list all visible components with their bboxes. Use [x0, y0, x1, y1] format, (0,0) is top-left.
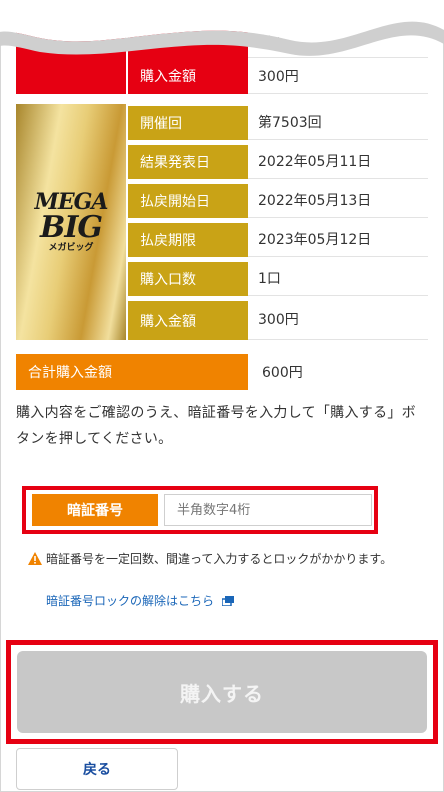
payout-deadline-value: 2023年05月12日 [248, 221, 428, 257]
result-date-value: 2022年05月11日 [248, 143, 428, 179]
amount-value: 300円 [248, 299, 428, 340]
ticket1-amount-label: 購入金額 [126, 58, 248, 94]
ticket2-row-payout-deadline: 払戻期限 2023年05月12日 [126, 221, 428, 257]
payout-deadline-label: 払戻期限 [126, 221, 248, 257]
buy-button[interactable]: 購入する [17, 651, 427, 733]
pin-unlock-link[interactable]: 暗証番号ロックの解除はこちら [46, 592, 235, 609]
count-label: 購入口数 [126, 260, 248, 296]
ticket2-row-count: 購入口数 1口 [126, 260, 428, 296]
total-label: 合計購入金額 [16, 354, 248, 390]
ticket2-row-result-date: 結果発表日 2022年05月11日 [126, 143, 428, 179]
total-value: 600円 [262, 365, 303, 381]
back-button[interactable]: 戻る [16, 748, 178, 790]
payout-start-label: 払戻開始日 [126, 182, 248, 218]
warning-text: 暗証番号を一定回数、間違って入力するとロックがかかります。 [46, 552, 393, 566]
external-window-icon [222, 595, 235, 606]
ticket2-row-round: 開催回 第7503回 [126, 104, 428, 140]
result-date-label: 結果発表日 [126, 143, 248, 179]
warning-message: 暗証番号を一定回数、間違って入力するとロックがかかります。 [28, 550, 428, 568]
round-value: 第7503回 [248, 104, 428, 140]
ticket2-row-amount: 購入金額 300円 [126, 299, 428, 340]
megabig-logo-block: MEGA BIG メガビッグ [16, 104, 126, 340]
ticket1-amount-value: 300円 [248, 58, 428, 94]
payout-start-value: 2022年05月13日 [248, 182, 428, 218]
pin-highlight-box: 暗証番号 [22, 486, 378, 534]
ticket1-row-amount: 購入金額 300円 [126, 58, 428, 94]
megabig-logo: MEGA BIG メガビッグ [35, 191, 109, 253]
buy-highlight-box: 購入する [6, 640, 438, 744]
amount-label: 購入金額 [126, 299, 248, 340]
ticket2-row-payout-start: 払戻開始日 2022年05月13日 [126, 182, 428, 218]
warning-icon [28, 552, 42, 565]
count-value: 1口 [248, 260, 428, 296]
torn-edge-wave [0, 0, 444, 56]
total-row: 合計購入金額 600円 [16, 354, 428, 390]
instruction-text: 購入内容をご確認のうえ、暗証番号を入力して「購入する」ボタンを押してください。 [16, 405, 416, 447]
round-label: 開催回 [126, 104, 248, 140]
logo-big-text: BIG [39, 210, 103, 245]
pin-label: 暗証番号 [32, 494, 158, 526]
logo-kana-text: メガビッグ [48, 243, 94, 253]
pin-input[interactable] [164, 494, 372, 526]
pin-unlock-link-text[interactable]: 暗証番号ロックの解除はこちら [46, 592, 214, 609]
